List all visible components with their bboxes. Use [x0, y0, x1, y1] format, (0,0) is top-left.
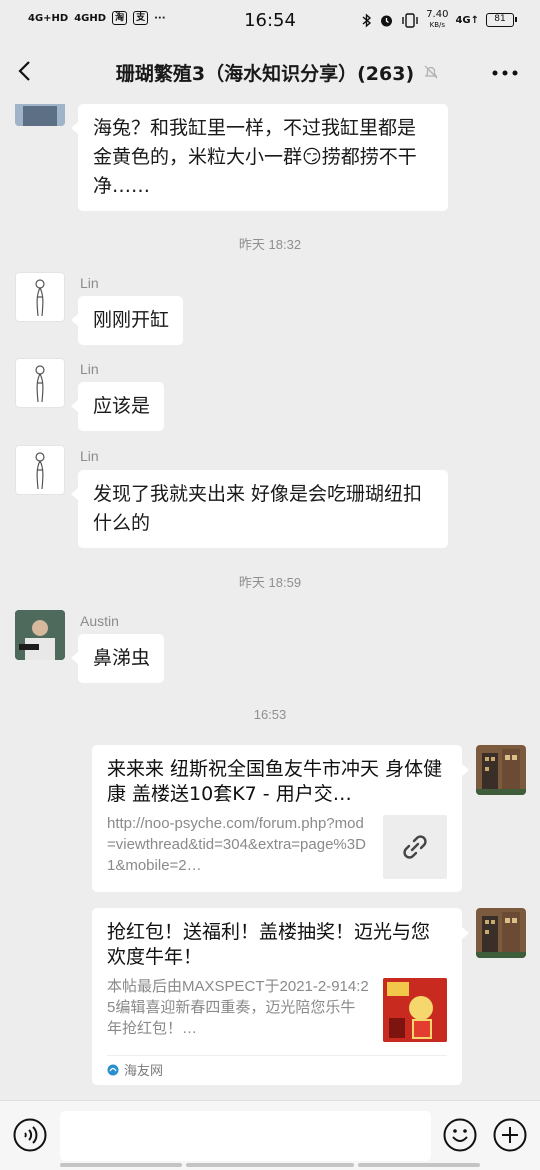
building-photo-icon — [476, 908, 526, 958]
timestamp: 16:53 — [253, 707, 287, 722]
red-envelope-image-icon — [383, 978, 447, 1042]
card-description: 本帖最后由MAXSPECT于2021-2-914:25编辑喜迎新春四重奏，迈光陪… — [107, 978, 369, 1037]
more-options-icon[interactable] — [492, 70, 518, 76]
source-name: 海友网 — [124, 1064, 164, 1079]
avatar[interactable] — [15, 445, 65, 495]
sender-name: Lin — [80, 448, 99, 464]
card-url: http://noo-psyche.com/forum.php?mod=view… — [107, 815, 366, 874]
message-bubble[interactable]: 应该是 — [70, 382, 165, 431]
alarm-icon — [381, 15, 393, 26]
network-speed: 7.40 KB/s — [426, 10, 448, 30]
avatar[interactable] — [15, 358, 65, 408]
message-list[interactable]: 海兔？和我缸里一样，不过我缸里都是金黄色的，米粒大小一群😏捞都捞不干净…… 昨天… — [0, 104, 540, 1100]
building-photo-icon — [476, 745, 526, 795]
chat-header: 珊瑚繁殖3（海水知识分享）(263) — [0, 42, 540, 104]
timestamp: 昨天 18:32 — [238, 237, 302, 252]
link-card[interactable]: 抢红包！送福利！盖楼抽奖！迈光与您欢度牛年！ 本帖最后由MAXSPECT于202… — [92, 908, 469, 1085]
message-bubble[interactable]: 发现了我就夹出来 好像是会吃珊瑚纽扣什么的 — [71, 470, 448, 548]
sender-name: Lin — [80, 361, 99, 377]
nav-bar-segment — [358, 1163, 480, 1167]
sketch-figure-icon — [35, 452, 45, 490]
message-input[interactable] — [60, 1111, 431, 1161]
self-avatar[interactable] — [476, 908, 526, 958]
battery-icon: 81 — [486, 13, 517, 27]
input-bar — [0, 1100, 540, 1170]
card-title: 抢红包！送福利！盖楼抽奖！迈光与您欢度牛年！ — [107, 921, 431, 968]
self-avatar[interactable] — [476, 745, 526, 795]
speed-unit: KB/s — [429, 21, 446, 29]
avatar[interactable] — [15, 272, 65, 322]
plus-icon[interactable] — [493, 1118, 527, 1152]
avatar[interactable] — [15, 610, 65, 660]
user-photo-icon — [15, 610, 65, 660]
message-text: 鼻涕虫 — [93, 647, 151, 669]
chat-title: 珊瑚繁殖3（海水知识分享）(263) — [115, 63, 415, 85]
source-logo-icon — [107, 1064, 119, 1075]
link-icon — [403, 835, 427, 859]
nav-bar-segment — [186, 1163, 354, 1167]
red-envelope-thumbnail — [383, 978, 447, 1042]
user-photo-icon — [15, 104, 65, 126]
status-bar: 4G+HD 4GHD 淘 支 ··· 16:54 7.40 KB/s 4G↑ 8… — [0, 0, 540, 42]
message-text: 发现了我就夹出来 好像是会吃珊瑚纽扣什么的 — [93, 483, 423, 534]
message-text: 海兔？和我缸里一样，不过我缸里都是金黄色的，米粒大小一群😏捞都捞不干净…… — [93, 117, 417, 197]
link-thumbnail — [383, 815, 447, 879]
message-bubble[interactable]: 刚刚开缸 — [70, 296, 184, 345]
emoji-icon[interactable] — [443, 1118, 477, 1152]
message-bubble[interactable]: 海兔？和我缸里一样，不过我缸里都是金黄色的，米粒大小一群😏捞都捞不干净…… — [71, 104, 448, 211]
timestamp: 昨天 18:59 — [238, 575, 302, 590]
nav-bar-segment — [60, 1163, 182, 1167]
bluetooth-icon — [362, 12, 372, 28]
avatar[interactable] — [15, 104, 65, 126]
link-card[interactable]: 来来来 纽斯祝全国鱼友牛市冲天 身体健康 盖楼送10套K7 - 用户交… htt… — [92, 745, 469, 892]
vibrate-icon — [402, 12, 418, 28]
message-text: 刚刚开缸 — [93, 309, 170, 331]
mute-bell-icon — [424, 65, 438, 79]
sketch-figure-icon — [35, 365, 45, 403]
sketch-figure-icon — [35, 279, 45, 317]
card-title: 来来来 纽斯祝全国鱼友牛市冲天 身体健康 盖楼送10套K7 - 用户交… — [107, 758, 443, 805]
message-text: 应该是 — [93, 395, 151, 417]
card-source: 海友网 — [107, 1055, 447, 1079]
network-indicator-3: 4G↑ — [455, 14, 479, 26]
speed-value: 7.40 — [426, 9, 449, 20]
sender-name: Austin — [80, 613, 119, 629]
message-bubble[interactable]: 鼻涕虫 — [70, 634, 165, 683]
voice-input-icon[interactable] — [13, 1118, 47, 1152]
status-right: 7.40 KB/s 4G↑ 81 — [362, 10, 517, 30]
sender-name: Lin — [80, 275, 99, 291]
